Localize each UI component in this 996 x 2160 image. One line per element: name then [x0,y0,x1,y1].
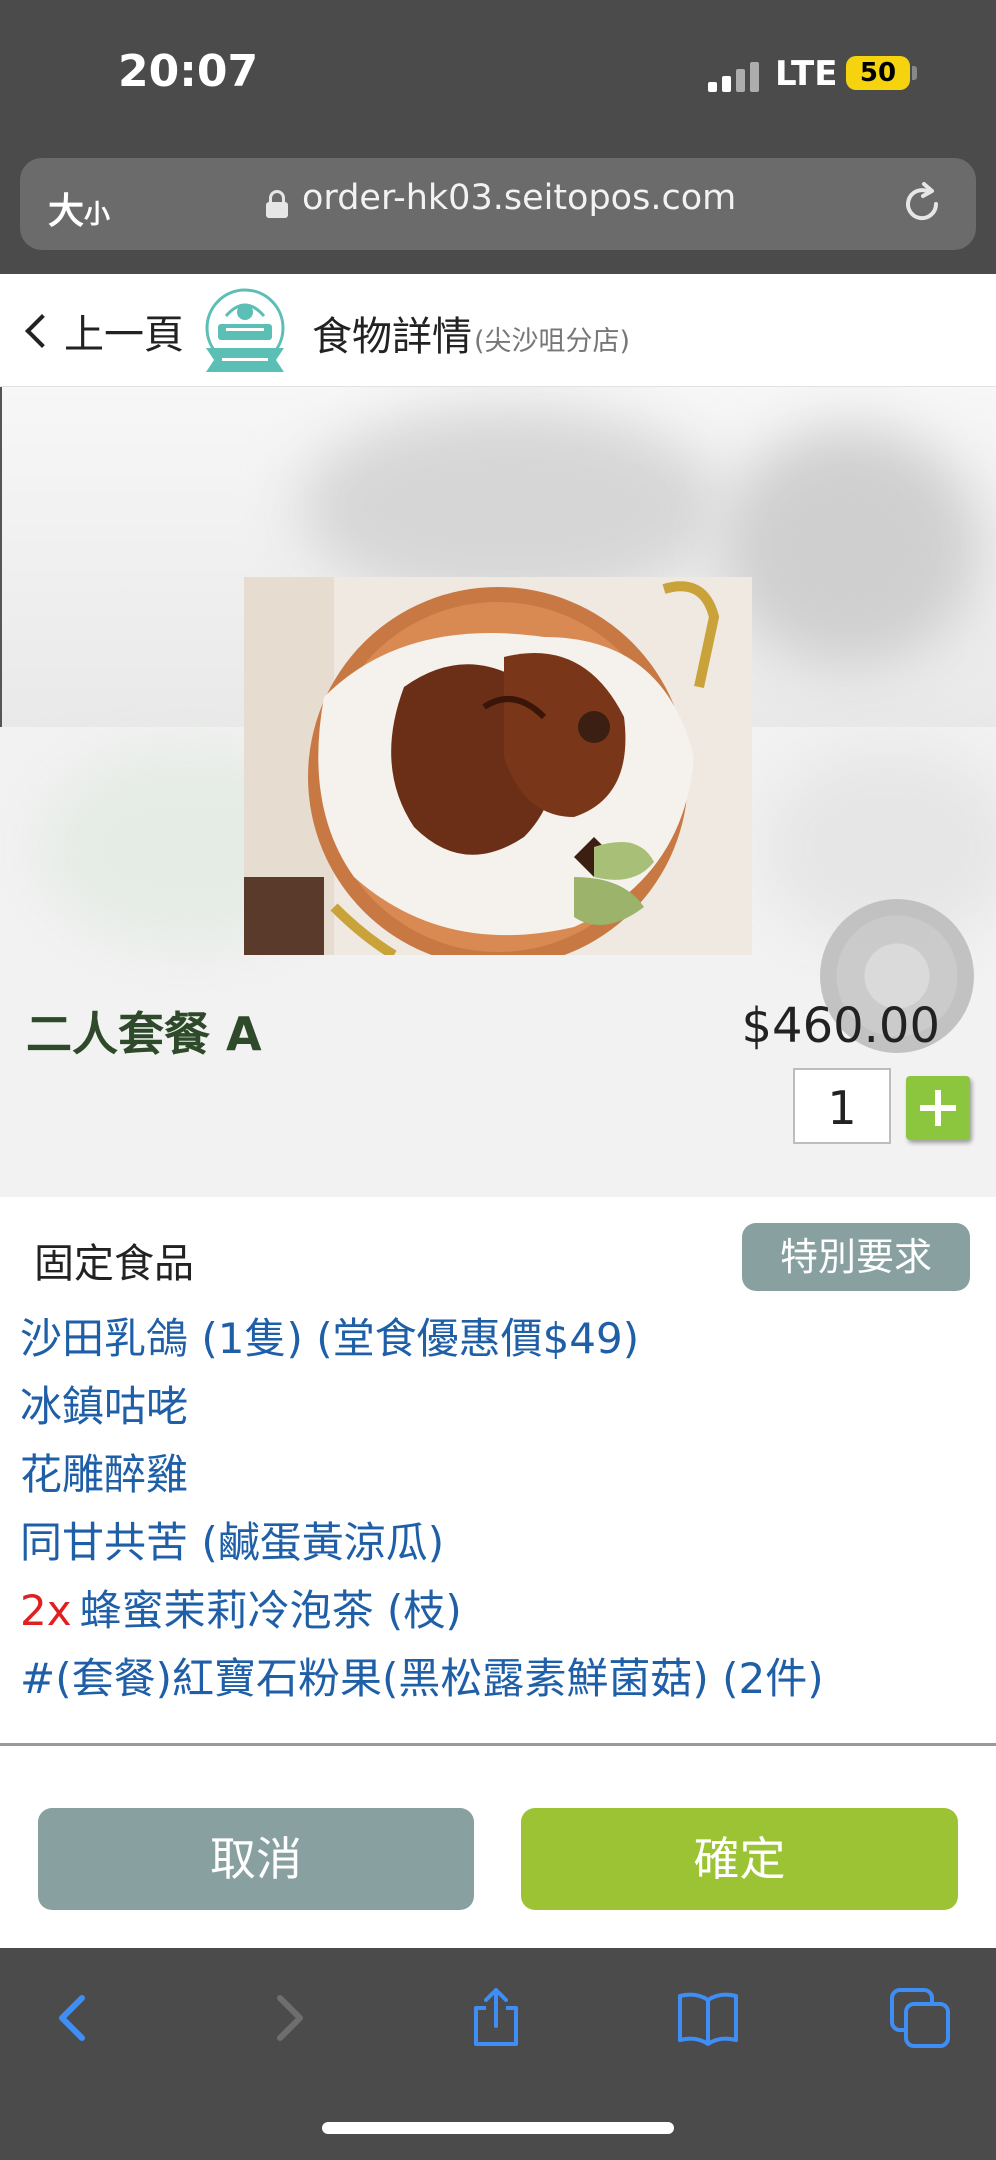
text-size-button[interactable]: 大小 [48,182,110,234]
home-indicator[interactable] [322,2122,674,2134]
page-title: 食物詳情(尖沙咀分店) [312,314,631,360]
quantity-input[interactable]: 1 [793,1068,891,1144]
list-item[interactable]: 2x 蜂蜜茉莉冷泡茶 (枝) [20,1577,824,1645]
back-label: 上一頁 [64,312,184,358]
browser-toolbar [0,1948,996,2160]
network-label: LTE [775,54,838,94]
branch-name: (尖沙咀分店) [474,326,631,357]
product-hero: 二人套餐 A $460.00 1 [0,387,996,1197]
cancel-button[interactable]: 取消 [38,1808,474,1910]
back-button[interactable]: 上一頁 [22,302,184,360]
tabs-icon[interactable] [888,1986,952,2050]
fixed-items-list: 沙田乳鴿 (1隻) (堂食優惠價$49) 冰鎮咕咾 花雕醉雞 同甘共苦 (鹹蛋黃… [20,1305,824,1713]
fixed-items-section: 固定食品 特別要求 沙田乳鴿 (1隻) (堂食優惠價$49) 冰鎮咕咾 花雕醉雞… [0,1197,996,1746]
plus-icon[interactable] [906,1076,970,1140]
restaurant-logo [205,288,285,372]
list-item[interactable]: 沙田乳鴿 (1隻) (堂食優惠價$49) [20,1305,824,1373]
special-request-button[interactable]: 特別要求 [742,1223,970,1291]
list-item[interactable]: 花雕醉雞 [20,1441,824,1509]
confirm-button[interactable]: 確定 [521,1808,958,1910]
signal-strength-icon [708,62,768,92]
share-icon[interactable] [464,1986,528,2050]
item-name: 二人套餐 A [26,1007,262,1061]
list-item[interactable]: 同甘共苦 (鹹蛋黃涼瓜) [20,1509,824,1577]
list-item[interactable]: 冰鎮咕咾 [20,1373,824,1441]
reload-icon[interactable] [898,180,946,228]
page-header: 上一頁 食物詳情(尖沙咀分店) [0,274,996,388]
item-quantity: 2x [20,1586,72,1635]
browser-top-chrome: 20:07 LTE 50 大小 order-hk03.seitopos.com [0,0,996,274]
list-item[interactable]: #(套餐)紅寶石粉果(黑松露素鮮菌菇) (2件) [20,1645,824,1713]
back-arrow-icon[interactable] [42,1986,106,2050]
url-text[interactable]: order-hk03.seitopos.com [302,178,736,218]
item-price: $460.00 [741,998,941,1054]
lock-icon [266,190,288,218]
url-bar[interactable]: 大小 order-hk03.seitopos.com [20,158,976,250]
chevron-left-icon [25,314,59,348]
section-label: 固定食品 [34,1241,194,1287]
battery-tip [912,66,917,80]
bookmarks-icon[interactable] [676,1986,740,2050]
food-photo [244,577,752,955]
forward-arrow-icon[interactable] [256,1986,320,2050]
battery-icon: 50 [846,56,910,90]
status-time: 20:07 [118,46,259,97]
